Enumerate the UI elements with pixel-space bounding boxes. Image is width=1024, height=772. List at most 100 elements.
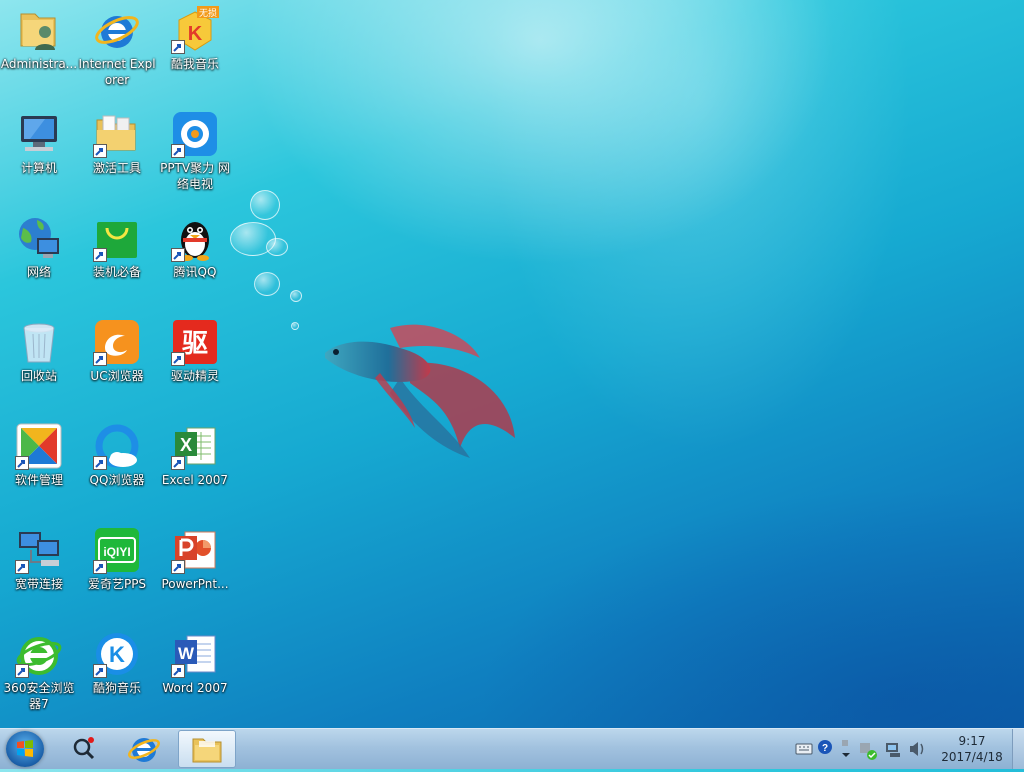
network-icon bbox=[15, 214, 63, 262]
show-hidden-icon[interactable] bbox=[842, 740, 850, 757]
clock-time: 9:17 bbox=[958, 734, 986, 748]
shortcut-arrow-icon bbox=[93, 352, 107, 366]
help-icon[interactable]: ? bbox=[818, 740, 832, 754]
desktop-icon-label: 酷狗音乐 bbox=[92, 681, 141, 695]
desktop-icon-label: 软件管理 bbox=[14, 473, 63, 487]
taskbar-ie-button[interactable] bbox=[118, 730, 170, 768]
shopping-bag-icon bbox=[93, 214, 141, 262]
shortcut-arrow-icon bbox=[15, 664, 29, 678]
pptv-icon bbox=[171, 110, 219, 158]
shortcut-arrow-icon bbox=[15, 560, 29, 574]
qq-browser-icon bbox=[93, 422, 141, 470]
word-glyph: W bbox=[178, 644, 195, 663]
iqiyi-icon: iQIYI bbox=[93, 526, 141, 574]
wallpaper-bubble bbox=[291, 322, 299, 330]
desktop-icon-label: Administra... bbox=[0, 57, 78, 71]
shortcut-arrow-icon bbox=[93, 560, 107, 574]
desktop-icon-tencent-qq[interactable]: 腾讯QQ bbox=[156, 208, 234, 312]
desktop-icon-label: 计算机 bbox=[20, 161, 57, 175]
uc-browser-icon bbox=[93, 318, 141, 366]
network-icon[interactable] bbox=[886, 743, 900, 757]
desktop-icon-kuwo-music[interactable]: K 无损 酷我音乐 bbox=[156, 0, 234, 104]
system-tray: ? bbox=[795, 740, 924, 760]
svg-text:?: ? bbox=[822, 743, 828, 754]
desktop-icon-broadband[interactable]: 宽带连接 bbox=[0, 520, 78, 624]
betta-fish-image bbox=[325, 324, 515, 458]
keyboard-icon[interactable] bbox=[795, 743, 813, 755]
shortcut-arrow-icon bbox=[171, 248, 185, 262]
kugou-glyph: K bbox=[109, 642, 125, 667]
excel-glyph: X bbox=[180, 435, 192, 455]
user-folder-icon bbox=[15, 6, 63, 54]
driver-genius-glyph: 驱 bbox=[182, 329, 208, 359]
desktop-icon-360-browser[interactable]: 360安全浏览器7 bbox=[0, 624, 78, 728]
desktop-icon-word-2007[interactable]: W Word 2007 bbox=[156, 624, 234, 728]
windows-start-icon bbox=[17, 740, 33, 757]
desktop-icon-administrator[interactable]: Administra... bbox=[0, 0, 78, 104]
desktop-icon-label: UC浏览器 bbox=[90, 369, 144, 383]
taskbar-search-button[interactable] bbox=[58, 730, 110, 768]
ie-icon bbox=[93, 6, 141, 54]
shortcut-arrow-icon bbox=[171, 40, 185, 54]
taskbar: ? 9:17 2017/4/18 bbox=[0, 728, 1024, 769]
desktop-icon-driver-genius[interactable]: 驱 驱动精灵 bbox=[156, 312, 234, 416]
desktop-icon-internet-explorer[interactable]: Internet Explorer bbox=[78, 0, 156, 104]
desktop-icon-qq-browser[interactable]: QQ浏览器 bbox=[78, 416, 156, 520]
desktop-icon-label: 激活工具 bbox=[92, 161, 141, 175]
desktop-icon-label: 360安全浏览器7 bbox=[3, 681, 75, 711]
desktop-icon-pptv[interactable]: PPTV聚力 网络电视 bbox=[156, 104, 234, 208]
desktop-icon-label: QQ浏览器 bbox=[89, 473, 145, 487]
qq-penguin-icon bbox=[171, 214, 219, 262]
shortcut-arrow-icon bbox=[93, 456, 107, 470]
desktop-icon-label: Word 2007 bbox=[162, 681, 228, 695]
desktop-icon-network[interactable]: 网络 bbox=[0, 208, 78, 312]
broadband-icon bbox=[15, 526, 63, 574]
computer-icon bbox=[15, 110, 63, 158]
search-icon bbox=[73, 737, 95, 760]
svg-text:K: K bbox=[188, 23, 203, 45]
taskbar-explorer-button[interactable] bbox=[178, 730, 236, 768]
ie-icon bbox=[128, 738, 160, 762]
desktop-icon-label: Excel 2007 bbox=[161, 473, 229, 487]
desktop-icon-label: PowerPnt... bbox=[161, 577, 229, 591]
desktop-icon-kugou-music[interactable]: K 酷狗音乐 bbox=[78, 624, 156, 728]
desktop-icon-label: 装机必备 bbox=[92, 265, 141, 279]
desktop-icon-software-manager[interactable]: 软件管理 bbox=[0, 416, 78, 520]
desktop-icon-activation-tool[interactable]: 激活工具 bbox=[78, 104, 156, 208]
clock-date: 2017/4/18 bbox=[941, 750, 1003, 764]
desktop-icon-essential-apps[interactable]: 装机必备 bbox=[78, 208, 156, 312]
desktop-icon-computer[interactable]: 计算机 bbox=[0, 104, 78, 208]
desktop-icon-label: Internet Explorer bbox=[78, 57, 156, 87]
desktop-icon-label: 驱动精灵 bbox=[170, 369, 219, 383]
desktop-icon-label: 宽带连接 bbox=[14, 577, 63, 591]
wallpaper-bubble bbox=[254, 272, 280, 296]
lossless-badge: 无损 bbox=[199, 7, 217, 19]
system-clock[interactable]: 9:17 2017/4/18 bbox=[936, 733, 1008, 765]
wallpaper-bubble bbox=[250, 190, 280, 220]
shortcut-arrow-icon bbox=[171, 456, 185, 470]
shortcut-arrow-icon bbox=[93, 144, 107, 158]
desktop-icon-excel-2007[interactable]: X Excel 2007 bbox=[156, 416, 234, 520]
shortcut-arrow-icon bbox=[93, 664, 107, 678]
desktop-icon-label: 酷我音乐 bbox=[170, 57, 219, 71]
desktop-icon-label: 回收站 bbox=[20, 369, 57, 383]
desktop-icon-label: 爱奇艺PPS bbox=[87, 577, 147, 591]
recycle-bin-icon bbox=[15, 318, 63, 366]
folder-icon bbox=[93, 110, 141, 158]
shortcut-arrow-icon bbox=[171, 664, 185, 678]
shortcut-arrow-icon bbox=[15, 456, 29, 470]
start-button[interactable] bbox=[6, 731, 44, 767]
desktop-icon-label: 网络 bbox=[26, 265, 51, 279]
show-desktop-button[interactable] bbox=[1012, 729, 1024, 769]
powerpoint-icon bbox=[171, 526, 219, 574]
word-icon: W bbox=[171, 630, 219, 678]
desktop-icon-iqiyi-pps[interactable]: iQIYI 爱奇艺PPS bbox=[78, 520, 156, 624]
driver-genius-icon: 驱 bbox=[171, 318, 219, 366]
kuwo-music-icon: K 无损 bbox=[171, 6, 219, 54]
desktop-icon-uc-browser[interactable]: UC浏览器 bbox=[78, 312, 156, 416]
desktop-icon-powerpoint[interactable]: PowerPnt... bbox=[156, 520, 234, 624]
360-browser-icon bbox=[15, 630, 63, 678]
volume-icon[interactable] bbox=[910, 742, 924, 756]
security-icon[interactable] bbox=[860, 743, 877, 760]
desktop-icon-recycle-bin[interactable]: 回收站 bbox=[0, 312, 78, 416]
